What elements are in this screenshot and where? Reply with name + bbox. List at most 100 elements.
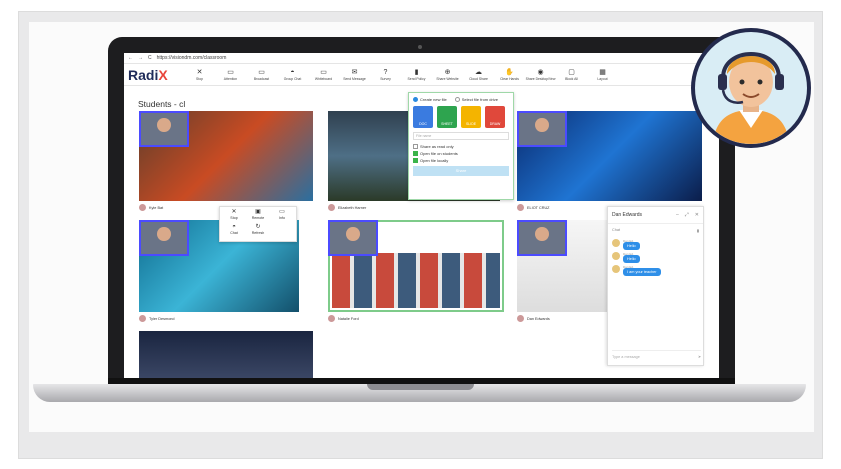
laptop-camera bbox=[418, 45, 422, 49]
context-info-button[interactable]: ▭ Info bbox=[270, 209, 294, 224]
toolbar-cloud-share-button[interactable]: ☁ Cloud Share bbox=[463, 69, 494, 81]
file-type-slide-button[interactable]: SLIDE bbox=[461, 106, 481, 129]
student-webcam bbox=[517, 220, 567, 256]
avatar bbox=[612, 239, 620, 247]
checkbox-icon bbox=[413, 158, 418, 164]
option-checkbox[interactable]: Open file on students bbox=[413, 151, 509, 157]
toolbar-broadcast-button[interactable]: ▭ Broadcast bbox=[246, 69, 277, 81]
laptop-notch bbox=[367, 384, 474, 390]
student-caption: Tyler Desmond bbox=[139, 315, 175, 322]
toolbar-icon: ☁ bbox=[475, 68, 482, 76]
avatar bbox=[517, 204, 524, 211]
toolbar-icon: ▭ bbox=[258, 68, 265, 76]
student-webcam bbox=[139, 111, 189, 147]
toolbar-layout-button[interactable]: ▦ Layout bbox=[587, 69, 618, 81]
toolbar-icon: ▢ bbox=[568, 68, 575, 76]
avatar bbox=[612, 265, 620, 273]
select-file-radio[interactable]: Select file from drive bbox=[454, 97, 498, 103]
laptop-screen: ← → C https://visiondm.com/classroom ☆ R… bbox=[124, 53, 719, 378]
minimize-icon[interactable]: – bbox=[676, 212, 679, 218]
back-icon[interactable]: ← bbox=[128, 55, 133, 61]
support-agent-avatar bbox=[691, 28, 811, 148]
page-title: Students - cl bbox=[138, 99, 186, 109]
file-name-input[interactable]: File name bbox=[413, 132, 509, 141]
chat-input[interactable]: Type a message ➤ bbox=[612, 350, 701, 360]
share-button[interactable]: Share bbox=[413, 166, 509, 177]
checkbox-icon bbox=[413, 151, 418, 157]
student-context-menu: ✕ Stop ▣ Remote ▭ Info ◓ Chat ↻ Refresh bbox=[219, 206, 297, 242]
avatar bbox=[139, 204, 146, 211]
toolbar-icon: ◓ bbox=[290, 68, 295, 76]
toolbar-icon: ▭ bbox=[227, 68, 234, 76]
student-screen-tile[interactable] bbox=[139, 331, 313, 378]
url-text[interactable]: https://visiondm.com/classroom bbox=[157, 55, 706, 61]
browser-address-bar: ← → C https://visiondm.com/classroom ☆ bbox=[124, 53, 719, 64]
toolbar-icon: ? bbox=[383, 68, 388, 76]
create-file-radio[interactable]: Create new file bbox=[413, 97, 447, 103]
toolbar-share-desktop-vew-button[interactable]: ◉ Share Desktop/Vew bbox=[525, 69, 556, 81]
support-agent-icon bbox=[713, 52, 789, 144]
menu-icon: ↻ bbox=[255, 224, 261, 230]
toolbar-survey-button[interactable]: ? Survey bbox=[370, 69, 401, 81]
student-caption: Natalie Ford bbox=[328, 315, 359, 322]
toolbar-icon: ▦ bbox=[599, 68, 606, 76]
student-caption: Kyle Bat bbox=[139, 204, 163, 211]
toolbar-attention-button[interactable]: ▭ Attention bbox=[215, 69, 246, 81]
option-checkbox[interactable]: Share as read only bbox=[413, 144, 509, 150]
toolbar-icon: ✉ bbox=[351, 68, 358, 76]
file-type-doc-button[interactable]: DOC bbox=[413, 106, 433, 129]
toolbar-send-message-button[interactable]: ✉ Send Message bbox=[339, 69, 370, 81]
student-webcam bbox=[139, 220, 189, 256]
file-type-draw-button[interactable]: DRAW bbox=[485, 106, 505, 129]
student-caption: Dan Edwards bbox=[517, 315, 550, 322]
avatar bbox=[328, 204, 335, 211]
option-checkbox[interactable]: Open file locally bbox=[413, 158, 509, 164]
context-refresh-button[interactable]: ↻ Refresh bbox=[246, 224, 270, 239]
context-stop-button[interactable]: ✕ Stop bbox=[222, 209, 246, 224]
trash-icon[interactable]: ▮ bbox=[697, 228, 699, 233]
toolbar-icon: ◉ bbox=[537, 68, 544, 76]
close-icon[interactable]: ✕ bbox=[695, 212, 699, 218]
toolbar-clear-hands-button[interactable]: ✋ Clear Hands bbox=[494, 69, 525, 81]
toolbar-block-all-button[interactable]: ▢ Block All bbox=[556, 69, 587, 81]
toolbar-icon: ✋ bbox=[505, 68, 514, 76]
toolbar-icon: ✕ bbox=[196, 68, 203, 76]
send-icon[interactable]: ➤ bbox=[698, 354, 701, 359]
avatar bbox=[328, 315, 335, 322]
expand-icon[interactable]: ⤢ bbox=[685, 212, 689, 218]
reload-icon[interactable]: C bbox=[148, 55, 152, 61]
video-thumbnails bbox=[332, 253, 500, 308]
toolbar-icon: ▮ bbox=[414, 68, 419, 76]
toolbar-whiteboard-button[interactable]: ▭ Whiteboard bbox=[308, 69, 339, 81]
menu-icon: ✕ bbox=[231, 209, 237, 215]
student-webcam bbox=[517, 111, 567, 147]
toolbar-stop-button[interactable]: ✕ Stop bbox=[184, 69, 215, 81]
menu-icon: ▭ bbox=[279, 209, 285, 215]
menu-icon: ▣ bbox=[255, 209, 261, 215]
avatar bbox=[612, 252, 620, 260]
toolbar-group-chat-button[interactable]: ◓ Group Chat bbox=[277, 69, 308, 81]
toolbar-icon: ⊕ bbox=[444, 68, 451, 76]
avatar bbox=[139, 315, 146, 322]
student-caption: ELIOT CRUZ bbox=[517, 204, 550, 211]
context-chat-button[interactable]: ◓ Chat bbox=[222, 224, 246, 239]
chat-subtitle: Chat bbox=[612, 228, 621, 232]
file-type-sheet-button[interactable]: SHEET bbox=[437, 106, 457, 129]
app-toolbar: RadiX ✕ Stop ▭ Attention ▭ Broadcast ◓ Group Ch… bbox=[124, 64, 719, 86]
toolbar-share-website-button[interactable]: ⊕ Share Website bbox=[432, 69, 463, 81]
toolbar-send-policy-button[interactable]: ▮ Send Policy bbox=[401, 69, 432, 81]
menu-icon: ◓ bbox=[232, 224, 236, 230]
chat-message: Dan Ed. Hello bbox=[608, 237, 703, 250]
checkbox-icon bbox=[413, 144, 418, 150]
student-webcam bbox=[328, 220, 378, 256]
forward-icon[interactable]: → bbox=[138, 55, 143, 61]
toolbar-icon: ▭ bbox=[320, 68, 327, 76]
chat-panel: Dan Edwards – ⤢ ✕ Chat ▮ Dan Ed. Hello Dan Ed… bbox=[607, 206, 704, 366]
radix-logo: RadiX bbox=[128, 66, 168, 83]
chat-title: Dan Edwards bbox=[612, 212, 643, 218]
chat-message: Dan Ed. Hello bbox=[608, 250, 703, 263]
context-remote-button[interactable]: ▣ Remote bbox=[246, 209, 270, 224]
avatar bbox=[517, 315, 524, 322]
chat-message: Dan Ed. I am your teacher bbox=[608, 263, 703, 276]
student-caption: Elizabeth Harner bbox=[328, 204, 366, 211]
